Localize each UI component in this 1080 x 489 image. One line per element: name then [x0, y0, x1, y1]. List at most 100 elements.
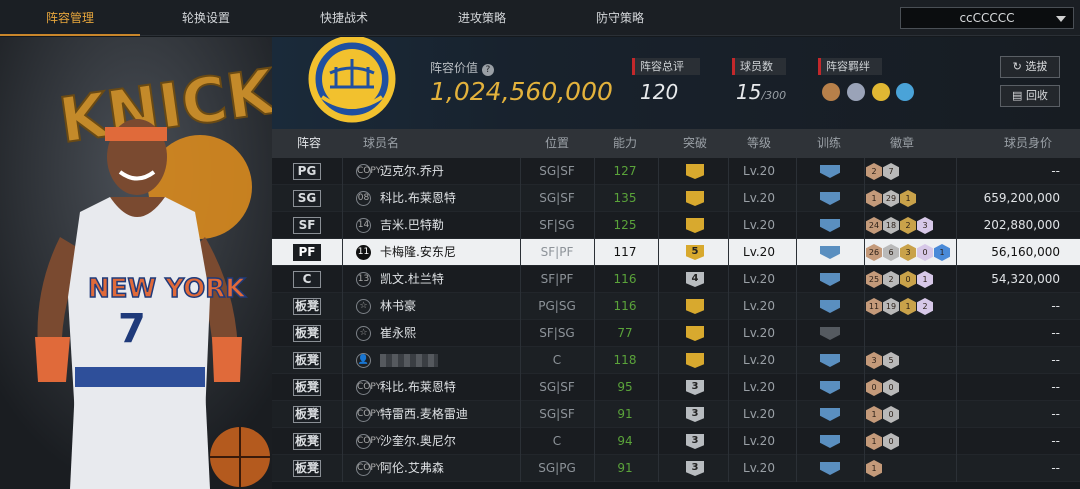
- training-icon[interactable]: [820, 192, 840, 205]
- table-row[interactable]: 板凳 COPY 阿伦.艾弗森 SG|PG 91 3 Lv.20 1 --: [272, 455, 1080, 482]
- player-name[interactable]: 卡梅隆.安东尼: [380, 239, 456, 266]
- badge-icon[interactable]: 2: [900, 217, 916, 234]
- badge-icon[interactable]: 1: [866, 406, 882, 423]
- player-name[interactable]: 迈克尔.乔丹: [380, 158, 444, 185]
- slot-position-badge: 板凳: [293, 406, 321, 423]
- player-name[interactable]: 吉米.巴特勒: [380, 212, 444, 239]
- table-row[interactable]: 板凳 ☆ 崔永熙 SF|SG 77 Lv.20 --: [272, 320, 1080, 347]
- table-row[interactable]: 板凳 ☆ 林书豪 PG|SG 116 Lv.20 11 19 1 2 --: [272, 293, 1080, 320]
- training-icon[interactable]: [820, 273, 840, 286]
- recall-button[interactable]: ▤ 回收: [1000, 85, 1060, 107]
- training-icon[interactable]: [820, 327, 840, 340]
- col-breakthrough[interactable]: 突破: [670, 129, 720, 158]
- player-name[interactable]: 科比.布莱恩特: [380, 185, 456, 212]
- badge-icon[interactable]: 0: [866, 379, 882, 396]
- team-select-dropdown[interactable]: ccCCCCC: [900, 7, 1074, 29]
- player-position: C: [552, 353, 562, 367]
- badge-icon[interactable]: 1: [866, 190, 882, 207]
- bond-icon-4[interactable]: [896, 83, 915, 101]
- col-position[interactable]: 位置: [522, 129, 592, 158]
- table-row[interactable]: SF 14 吉米.巴特勒 SF|SG 125 Lv.20 24 18 2 3 202,880,000: [272, 212, 1080, 239]
- badge-icon[interactable]: 7: [883, 163, 899, 180]
- pick-button[interactable]: ↻ 选拔: [1000, 56, 1060, 78]
- training-icon[interactable]: [820, 381, 840, 394]
- tab-rotation-settings[interactable]: 轮换设置: [136, 0, 276, 36]
- bond-icon-1[interactable]: [822, 83, 840, 101]
- badge-icon[interactable]: 29: [883, 190, 899, 207]
- badge-icon[interactable]: 3: [900, 244, 916, 261]
- badge-icon[interactable]: 24: [866, 217, 882, 234]
- training-icon[interactable]: [820, 435, 840, 448]
- table-row[interactable]: PF 11 卡梅隆.安东尼 SF|PF 117 5 Lv.20 26 6 3 0 1 56,160,00…: [272, 239, 1080, 266]
- col-training[interactable]: 训练: [804, 129, 854, 158]
- badge-icon[interactable]: 1: [866, 460, 882, 477]
- badge-icon[interactable]: 3: [917, 217, 933, 234]
- badge-icon[interactable]: 11: [866, 298, 882, 315]
- col-player-name[interactable]: 球员名: [356, 129, 406, 158]
- player-name[interactable]: 崔永熙: [380, 320, 416, 347]
- badge-icon[interactable]: 3: [866, 352, 882, 369]
- player-count-label: 球员数: [732, 58, 786, 75]
- player-value: 202,880,000: [983, 218, 1060, 232]
- badge-icon[interactable]: 1: [866, 433, 882, 450]
- badge-icon[interactable]: 0: [883, 433, 899, 450]
- table-row[interactable]: SG 08 科比.布莱恩特 SG|SF 135 Lv.20 1 29 1 659,200,000: [272, 185, 1080, 212]
- col-ability[interactable]: 能力: [600, 129, 650, 158]
- badge-icon[interactable]: 2: [917, 298, 933, 315]
- bond-icon-2[interactable]: [846, 83, 865, 101]
- training-icon[interactable]: [820, 246, 840, 259]
- training-icon[interactable]: [820, 462, 840, 475]
- player-name[interactable]: 凯文.杜兰特: [380, 266, 444, 293]
- crown-icon: [686, 299, 704, 314]
- badge-list: 27: [866, 163, 900, 180]
- table-row[interactable]: PG COPY 迈克尔.乔丹 SG|SF 127 Lv.20 2 7 --: [272, 158, 1080, 185]
- col-badges[interactable]: 徽章: [872, 129, 932, 158]
- badge-icon[interactable]: 1: [900, 190, 916, 207]
- jersey-number-icon: ☆: [356, 299, 371, 314]
- training-icon[interactable]: [820, 408, 840, 421]
- player-name[interactable]: 阿伦.艾弗森: [380, 455, 444, 482]
- badge-icon[interactable]: 26: [866, 244, 882, 261]
- badge-icon[interactable]: 25: [866, 271, 882, 288]
- badge-icon[interactable]: 19: [883, 298, 899, 315]
- badge-icon[interactable]: 0: [883, 406, 899, 423]
- player-position: SF|SG: [539, 218, 575, 232]
- badge-icon[interactable]: 0: [917, 244, 933, 261]
- badge-icon[interactable]: 0: [900, 271, 916, 288]
- table-row[interactable]: 板凳 COPY 科比.布莱恩特 SG|SF 95 3 Lv.20 0 0 --: [272, 374, 1080, 401]
- training-icon[interactable]: [820, 300, 840, 313]
- crown-icon: [686, 326, 704, 341]
- player-name[interactable]: 林书豪: [380, 293, 416, 320]
- tab-offense-strategy[interactable]: 进攻策略: [412, 0, 552, 36]
- col-player-value[interactable]: 球员身价: [988, 129, 1068, 158]
- col-level[interactable]: 等级: [734, 129, 784, 158]
- training-icon[interactable]: [820, 219, 840, 232]
- col-lineup[interactable]: 阵容: [284, 129, 334, 158]
- player-name[interactable]: 沙奎尔.奥尼尔: [380, 428, 456, 455]
- help-icon[interactable]: ?: [481, 64, 494, 76]
- table-row[interactable]: 板凳 👤 C 118 Lv.20 3 5 --: [272, 347, 1080, 374]
- table-row[interactable]: 板凳 COPY 特雷西.麦格雷迪 SG|SF 91 3 Lv.20 1 0 --: [272, 401, 1080, 428]
- slot-position-badge: 板凳: [293, 325, 321, 342]
- badge-icon[interactable]: 6: [883, 244, 899, 261]
- badge-icon[interactable]: 0: [883, 379, 899, 396]
- player-name[interactable]: 科比.布莱恩特: [380, 374, 456, 401]
- tab-lineup-management[interactable]: 阵容管理: [0, 0, 140, 36]
- badge-icon[interactable]: 1: [917, 271, 933, 288]
- player-name[interactable]: 特雷西.麦格雷迪: [380, 401, 468, 428]
- tab-quick-tactics[interactable]: 快捷战术: [274, 0, 414, 36]
- training-icon[interactable]: [820, 165, 840, 178]
- tab-defense-strategy[interactable]: 防守策略: [550, 0, 690, 36]
- badge-icon[interactable]: 1: [900, 298, 916, 315]
- table-row[interactable]: 板凳 COPY 沙奎尔.奥尼尔 C 94 3 Lv.20 1 0 --: [272, 428, 1080, 455]
- player-level: Lv.20: [743, 272, 775, 286]
- table-row[interactable]: C 13 凯文.杜兰特 SF|PF 116 4 Lv.20 25 2 0 1 54,320,000: [272, 266, 1080, 293]
- badge-icon[interactable]: 18: [883, 217, 899, 234]
- training-icon[interactable]: [820, 354, 840, 367]
- player-position: SG|SF: [539, 191, 575, 205]
- badge-icon[interactable]: 2: [883, 271, 899, 288]
- bond-icon-3[interactable]: [871, 83, 890, 101]
- badge-icon[interactable]: 5: [883, 352, 899, 369]
- player-value: --: [1051, 353, 1060, 367]
- badge-icon[interactable]: 2: [866, 163, 882, 180]
